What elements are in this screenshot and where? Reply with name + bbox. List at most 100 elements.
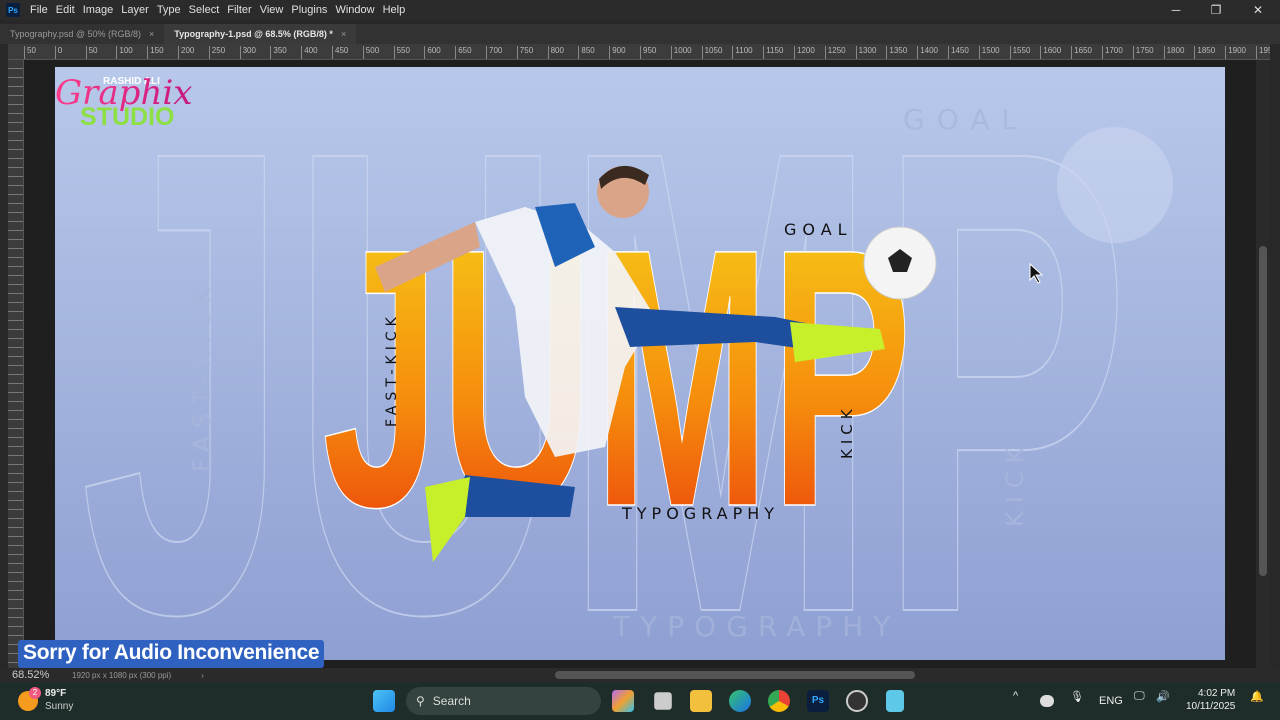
ruler-label: 200 (178, 46, 194, 59)
zoom-level[interactable]: 68.52% (12, 669, 72, 681)
menu-edit[interactable]: Edit (56, 4, 83, 16)
menu-view[interactable]: View (260, 4, 292, 16)
horizontal-ruler[interactable]: 50 0 50 100 150 200 250 300 350 400 450 500 550 600 65… (8, 44, 1270, 60)
ruler-label: 900 (609, 46, 626, 59)
poster-artwork: JUMP GOAL TYPOGRAPHY FAST-KICK KICK RASH… (55, 67, 1225, 660)
menu-select[interactable]: Select (189, 4, 228, 16)
ruler-label: 1900 (1225, 46, 1246, 59)
ruler-label: 1350 (886, 46, 907, 59)
ruler-label: 1100 (732, 46, 753, 59)
tray-chevron-icon[interactable]: ^ (1013, 690, 1018, 702)
ruler-label: 0 (54, 46, 62, 59)
ruler-label: 1150 (763, 46, 783, 59)
taskbar (0, 682, 1280, 720)
weather-badge: 2 (29, 687, 41, 699)
ruler-label: 50 (24, 46, 36, 59)
menu-bar: Ps File Edit Image Layer Type Select Fil… (0, 0, 1280, 20)
menu-help[interactable]: Help (383, 4, 414, 16)
ruler-label: 1450 (948, 46, 969, 59)
ruler-label: 1200 (794, 46, 815, 59)
ruler-label: 1700 (1102, 46, 1123, 59)
ruler-label: 850 (578, 46, 595, 59)
ruler-label: 750 (516, 46, 533, 59)
copilot-icon[interactable] (612, 690, 634, 712)
ruler-label: 1650 (1071, 46, 1092, 59)
menu-window[interactable]: Window (335, 4, 382, 16)
fast-kick-text: FAST-KICK (384, 312, 400, 427)
ruler-label: 300 (239, 46, 256, 59)
typography-text: TYPOGRAPHY (621, 504, 779, 523)
language-indicator[interactable]: ENG (1099, 695, 1123, 707)
menu-image[interactable]: Image (83, 4, 122, 16)
ruler-label: 250 (208, 46, 225, 59)
clock-time[interactable]: 4:02 PM (1198, 688, 1235, 699)
volume-icon[interactable]: 🔊 (1156, 690, 1170, 703)
ruler-label: 600 (424, 46, 441, 59)
menu-type[interactable]: Type (157, 4, 189, 16)
tab-label: Typography.psd @ 50% (RGB/8) (10, 29, 142, 39)
tab-typography[interactable]: Typography.psd @ 50% (RGB/8) × (0, 24, 164, 44)
document-info[interactable]: 1920 px x 1080 px (300 ppi) (72, 671, 171, 680)
start-icon[interactable] (373, 690, 395, 712)
ghost-fast-kick-text: FAST-KICK (188, 280, 216, 472)
close-tab-icon[interactable]: × (341, 29, 346, 39)
ruler-label: 400 (301, 46, 318, 59)
ruler-label: 700 (486, 46, 502, 59)
microphone-icon[interactable]: 🎙 (1070, 690, 1084, 703)
ruler-label: 1500 (978, 46, 1000, 59)
maximize-button[interactable]: ❐ (1196, 0, 1236, 20)
chrome-icon[interactable] (768, 690, 790, 712)
ruler-label: 1550 (1009, 46, 1030, 59)
menu-plugins[interactable]: Plugins (291, 4, 335, 16)
ruler-label: 1600 (1040, 46, 1061, 59)
menu-layer[interactable]: Layer (121, 4, 157, 16)
task-view-icon[interactable] (654, 692, 672, 710)
ghost-kick-text: KICK (1001, 440, 1029, 527)
tab-typography-1[interactable]: Typography-1.psd @ 68.5% (RGB/8) * × (164, 24, 357, 44)
ruler-label: 650 (455, 46, 472, 59)
logo-bottom-text: STUDIO (80, 103, 174, 131)
close-tab-icon[interactable]: × (149, 29, 154, 39)
ruler-label: 350 (270, 46, 287, 59)
close-button[interactable]: ✕ (1238, 0, 1278, 20)
scroll-thumb[interactable] (1259, 246, 1267, 576)
ruler-label: 550 (393, 46, 410, 59)
ruler-label: 1800 (1163, 46, 1184, 59)
menu-filter[interactable]: Filter (227, 4, 259, 16)
status-bar: 68.52% 1920 px x 1080 px (300 ppi) › (0, 668, 1280, 682)
photoshop-icon[interactable]: Ps (807, 690, 829, 712)
notification-bell-icon[interactable]: 🔔 (1250, 690, 1264, 703)
search-icon: ⚲ (416, 694, 425, 708)
ruler-label: 100 (116, 46, 133, 59)
document-tabs: Typography.psd @ 50% (RGB/8) × Typography… (0, 24, 1280, 44)
file-explorer-icon[interactable] (690, 690, 712, 712)
ruler-label: 1050 (701, 46, 722, 59)
document-canvas[interactable]: JUMP GOAL TYPOGRAPHY FAST-KICK KICK RASH… (55, 67, 1225, 660)
weather-condition[interactable]: Sunny (45, 701, 73, 712)
caption-banner: Sorry for Audio Inconvenience (18, 640, 325, 668)
onedrive-icon[interactable] (1040, 695, 1054, 707)
ruler-label: 500 (362, 46, 379, 59)
ruler-label: 950 (640, 46, 656, 59)
ghost-typography-text: TYPOGRAPHY (612, 610, 900, 643)
network-icon[interactable]: 🖵 (1134, 690, 1145, 703)
vertical-ruler[interactable] (8, 60, 24, 668)
ghost-ball (1057, 127, 1173, 243)
ruler-label: 1850 (1194, 46, 1215, 59)
edge-icon[interactable] (729, 690, 751, 712)
ghost-goal-text: GOAL (903, 103, 1029, 136)
minimize-button[interactable]: ─ (1156, 0, 1196, 20)
taskbar-search[interactable]: ⚲ Search (406, 687, 601, 715)
menu-file[interactable]: File (30, 4, 56, 16)
ruler-label: 1250 (824, 46, 846, 59)
kick-text: KICK (838, 404, 856, 459)
status-arrow-icon[interactable]: › (201, 671, 204, 680)
clock-date[interactable]: 10/11/2025 (1186, 701, 1235, 712)
ruler-label: 1750 (1132, 46, 1154, 59)
vertical-scrollbar[interactable] (1256, 60, 1270, 668)
ruler-label: 1400 (917, 46, 938, 59)
notepad-icon[interactable] (886, 690, 904, 712)
weather-temp[interactable]: 89°F (45, 688, 66, 699)
obs-icon[interactable] (846, 690, 868, 712)
horizontal-scrollbar[interactable] (555, 671, 915, 679)
